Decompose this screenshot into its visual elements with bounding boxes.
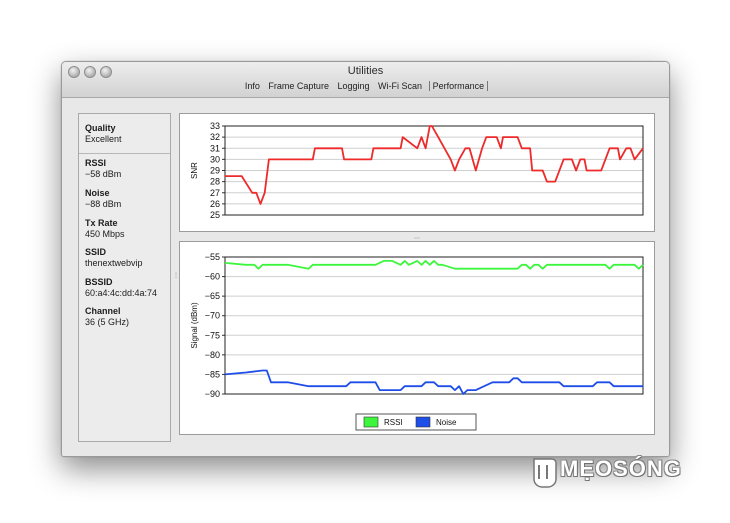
series-line-snr <box>225 125 644 205</box>
y-tick-label: 32 <box>210 132 220 142</box>
tx-rate-value: 450 Mbps <box>85 229 125 239</box>
y-tick-label: −75 <box>205 330 220 340</box>
y-tick-label: −60 <box>205 272 220 282</box>
y-tick-label: −55 <box>205 252 220 262</box>
legend-swatch-rssi <box>363 416 379 428</box>
performance-content: Quality Excellent RSSI −58 dBm Noise −88… <box>62 99 669 456</box>
tab-frame-capture[interactable]: Frame Capture <box>266 81 331 91</box>
y-tick-label: 33 <box>210 121 220 131</box>
ssid-label: SSID <box>85 247 107 257</box>
sidebar-divider <box>79 153 170 154</box>
y-tick-label: 31 <box>210 143 220 153</box>
utilities-window: Utilities Info Frame Capture Logging Wi-… <box>61 61 670 457</box>
tab-performance[interactable]: Performance <box>428 81 489 91</box>
bssid-value: 60:a4:4c:dd:4a:74 <box>85 288 158 298</box>
quality-value: Excellent <box>85 134 122 144</box>
tab-info[interactable]: Info <box>243 81 262 91</box>
y-tick-label: 27 <box>210 188 220 198</box>
y-tick-label: 30 <box>210 154 220 164</box>
snr-chart: 2526272829 30313233 SNR <box>190 121 644 220</box>
y-tick-label: 25 <box>210 210 220 220</box>
window-title: Utilities <box>347 65 384 77</box>
watermark-text: MẸOSÓNG <box>560 456 682 481</box>
noise-value: −88 dBm <box>85 199 122 209</box>
y-tick-label: −65 <box>205 291 220 301</box>
watermark-logo-icon <box>533 458 557 488</box>
legend-swatch-noise <box>415 416 431 428</box>
y-axis-label: SNR <box>190 162 199 179</box>
legend-label-rssi: RSSI <box>384 418 403 427</box>
noise-label: Noise <box>85 188 110 198</box>
y-tick-label: 26 <box>210 199 220 209</box>
title-bar: Utilities Info Frame Capture Logging Wi-… <box>62 62 669 98</box>
signal-chart-panel: −55 −60 −65 −70 −75 −80 −85 −90 Signal (dBm) RSSI… <box>179 241 655 435</box>
plot-frame <box>224 256 644 395</box>
channel-value: 36 (5 GHz) <box>85 317 130 327</box>
tx-rate-label: Tx Rate <box>85 218 118 228</box>
signal-chart: −55 −60 −65 −70 −75 −80 −85 −90 Signal (dBm) RSSI… <box>190 252 644 431</box>
ssid-value: thenextwebvip <box>85 258 143 268</box>
series-line-rssi <box>224 259 644 270</box>
rssi-label: RSSI <box>85 158 107 168</box>
legend-label-noise: Noise <box>436 418 457 427</box>
snr-chart-panel: 25 26 27 28 29 30 31 32 33 SNR <box>179 113 655 232</box>
chart-legend: RSSI Noise <box>355 413 477 431</box>
y-tick-label: 28 <box>210 177 220 187</box>
info-sidebar: Quality Excellent RSSI −58 dBm Noise −88… <box>78 113 171 442</box>
channel-label: Channel <box>85 306 121 316</box>
tab-logging[interactable]: Logging <box>335 81 371 91</box>
y-tick-label: 29 <box>210 166 220 176</box>
y-tick-label: −70 <box>205 311 220 321</box>
rssi-value: −58 dBm <box>85 169 122 179</box>
y-tick-label: −85 <box>205 369 220 379</box>
toolbar-tabs: Info Frame Capture Logging Wi-Fi Scan Pe… <box>62 81 669 91</box>
quality-label: Quality <box>85 123 116 133</box>
y-axis-label: Signal (dBm) <box>190 302 199 349</box>
y-tick-label: −90 <box>205 389 220 399</box>
bssid-label: BSSID <box>85 277 113 287</box>
tab-wifi-scan[interactable]: Wi-Fi Scan <box>376 81 424 91</box>
y-tick-label: −80 <box>205 350 220 360</box>
